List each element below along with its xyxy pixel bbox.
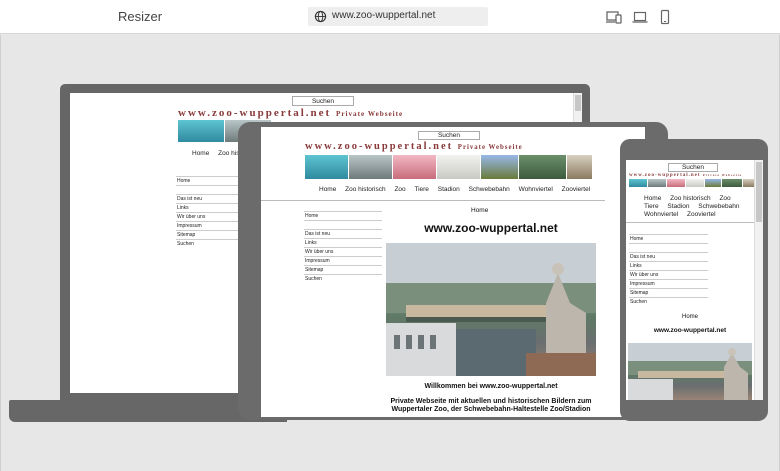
site-banner: www.zoo-wuppertal.net Private Webseite — [178, 107, 403, 119]
nav-tiere[interactable]: Tiere — [644, 203, 659, 210]
intro-text: Private Webseite mit aktuellen und histo… — [390, 398, 592, 413]
app-title: Resizer — [118, 9, 163, 24]
site-nav: Home Zoo historisch Zoo Tiere Stadion Sc… — [644, 195, 756, 219]
nav-zoo[interactable]: Zoo — [719, 195, 730, 202]
address-bar[interactable]: www.zoo-wuppertal.net — [308, 7, 488, 26]
side-item[interactable]: Links — [176, 203, 242, 212]
hero-photo-art — [386, 243, 596, 376]
phone-icon[interactable] — [657, 9, 673, 25]
side-item[interactable]: Sitemap — [176, 230, 242, 239]
nav-wohnviertel[interactable]: Wohnviertel — [644, 211, 678, 218]
nav-zooviertel[interactable]: Zooviertel — [687, 211, 716, 218]
thumbnail[interactable] — [393, 155, 436, 179]
thumbnail[interactable] — [178, 120, 224, 142]
banner-subtitle: Private Webseite — [457, 144, 523, 151]
search-box[interactable]: Suchen — [668, 163, 718, 172]
nav-home[interactable]: Home — [319, 186, 336, 193]
nav-wohnviertel[interactable]: Wohnviertel — [519, 186, 553, 193]
phone-scrollbar[interactable] — [754, 160, 763, 400]
responsive-icon[interactable] — [606, 9, 622, 25]
side-item[interactable]: Suchen — [629, 297, 708, 306]
hero-photo-art — [628, 343, 752, 400]
url-text: www.zoo-wuppertal.net — [332, 10, 436, 21]
nav-home[interactable]: Home — [192, 150, 209, 157]
thumbnail[interactable] — [722, 179, 742, 187]
nav-tiere[interactable]: Tiere — [414, 186, 429, 193]
banner-text: www.zoo-wuppertal.net — [629, 173, 701, 178]
phone-screen[interactable]: Suchen www.zoo-wuppertal.net Private Web… — [626, 160, 763, 400]
nav-stadion[interactable]: Stadion — [667, 203, 689, 210]
thumbnail-strip — [305, 155, 592, 179]
side-item[interactable]: Home — [176, 176, 242, 185]
side-item[interactable]: Sitemap — [304, 265, 382, 274]
tablet-screen[interactable]: Suchen www.zoo-wuppertal.net Private Web… — [261, 127, 645, 417]
side-divider — [176, 185, 242, 194]
side-item[interactable]: Wir über uns — [176, 212, 242, 221]
side-item[interactable]: Sitemap — [629, 288, 708, 297]
thumbnail[interactable] — [667, 179, 685, 187]
nav-schwebebahn[interactable]: Schwebebahn — [469, 186, 510, 193]
divider — [626, 222, 754, 223]
side-divider — [629, 243, 708, 252]
scroll-thumb[interactable] — [756, 162, 762, 222]
banner-subtitle: Private Webseite — [702, 173, 743, 177]
site-nav: Home Zoo historisch Zoo Tiere Stadion Sc… — [319, 186, 597, 193]
thumbnail[interactable] — [519, 155, 566, 179]
thumbnail[interactable] — [481, 155, 518, 179]
side-menu: Home Das ist neu Links Wir über uns Impr… — [629, 234, 708, 306]
side-menu: Home Das ist neu Links Wir über uns Impr… — [304, 211, 382, 283]
thumbnail-strip — [629, 179, 755, 187]
nav-zoo[interactable]: Zoo — [394, 186, 405, 193]
hero-photo — [628, 343, 752, 400]
side-item[interactable]: Home — [304, 211, 382, 220]
side-item[interactable]: Impressum — [629, 279, 708, 288]
thumbnail[interactable] — [648, 179, 666, 187]
site-title: www.zoo-wuppertal.net — [424, 221, 558, 235]
search-box[interactable]: Suchen — [418, 131, 480, 140]
page-heading: Home — [681, 314, 698, 320]
nav-zooviertel[interactable]: Zooviertel — [562, 186, 591, 193]
site-banner: www.zoo-wuppertal.net Private Webseite — [629, 173, 742, 178]
side-item[interactable]: Wir über uns — [629, 270, 708, 279]
banner-text: www.zoo-wuppertal.net — [305, 141, 454, 152]
welcome-text: Willkommen bei www.zoo-wuppertal.net — [424, 383, 558, 390]
side-divider — [304, 220, 382, 229]
toolbar: Resizer www.zoo-wuppertal.net — [0, 0, 780, 34]
hero-photo — [386, 243, 596, 376]
thumbnail[interactable] — [437, 155, 480, 179]
side-item[interactable]: Das ist neu — [629, 252, 708, 261]
thumbnail[interactable] — [705, 179, 721, 187]
side-item[interactable]: Home — [629, 234, 708, 243]
nav-zoo-historisch[interactable]: Zoo historisch — [345, 186, 385, 193]
divider — [261, 200, 605, 201]
site-title: www.zoo-wuppertal.net — [653, 327, 727, 334]
side-item[interactable]: Das ist neu — [304, 229, 382, 238]
side-item[interactable]: Links — [629, 261, 708, 270]
banner-subtitle: Private Webseite — [335, 110, 404, 118]
scroll-thumb[interactable] — [575, 95, 581, 111]
thumbnail[interactable] — [629, 179, 647, 187]
site-banner: www.zoo-wuppertal.net Private Webseite — [305, 141, 523, 152]
nav-home[interactable]: Home — [644, 195, 661, 202]
side-item[interactable]: Suchen — [176, 239, 242, 248]
side-item[interactable]: Impressum — [304, 256, 382, 265]
side-item[interactable]: Wir über uns — [304, 247, 382, 256]
thumbnail[interactable] — [567, 155, 592, 179]
globe-icon — [314, 10, 327, 23]
side-item[interactable]: Suchen — [304, 274, 382, 283]
side-item[interactable]: Impressum — [176, 221, 242, 230]
thumbnail[interactable] — [686, 179, 704, 187]
page-heading: Home — [471, 207, 489, 214]
laptop-icon[interactable] — [632, 9, 648, 25]
side-menu: Home Das ist neu Links Wir über uns Impr… — [176, 176, 242, 248]
side-item[interactable]: Das ist neu — [176, 194, 242, 203]
thumbnail[interactable] — [349, 155, 392, 179]
thumbnail[interactable] — [305, 155, 348, 179]
banner-text: www.zoo-wuppertal.net — [178, 107, 332, 119]
side-item[interactable]: Links — [304, 238, 382, 247]
nav-stadion[interactable]: Stadion — [438, 186, 460, 193]
nav-schwebebahn[interactable]: Schwebebahn — [698, 203, 739, 210]
search-box[interactable]: Suchen — [292, 96, 354, 106]
nav-zoo-historisch[interactable]: Zoo historisch — [670, 195, 710, 202]
